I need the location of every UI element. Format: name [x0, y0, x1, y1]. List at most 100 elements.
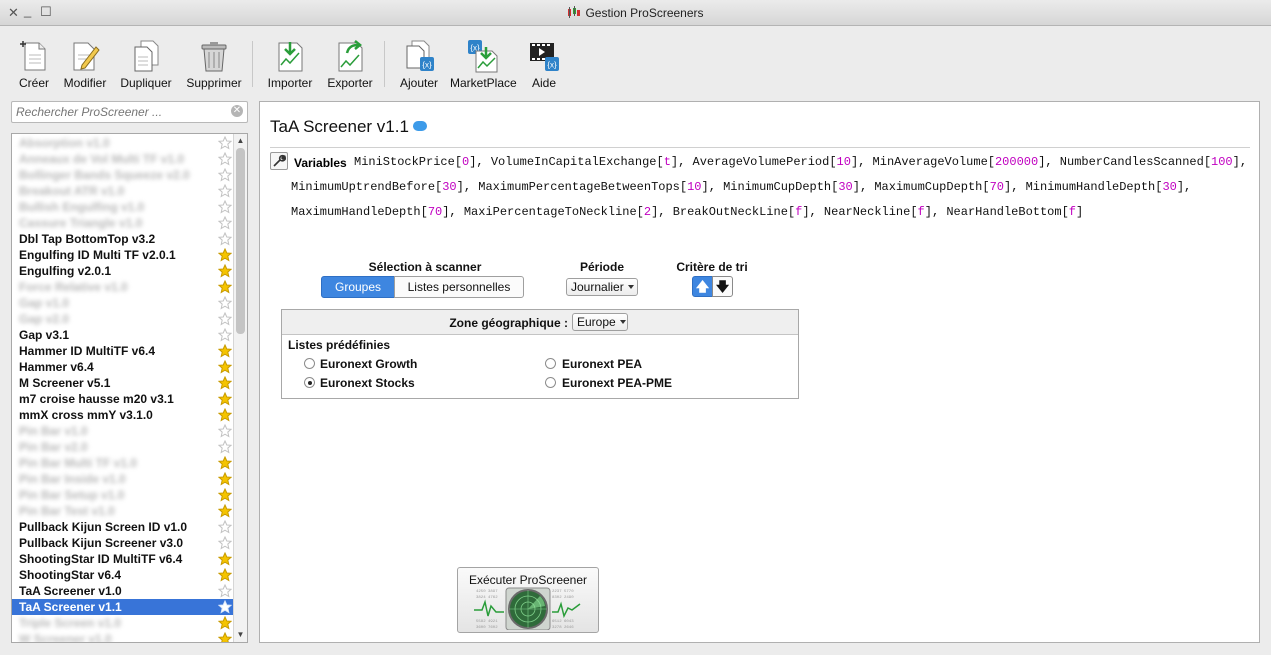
- star-outline-icon[interactable]: [218, 296, 232, 310]
- execute-proscreener-button[interactable]: Exécuter ProScreener 4250 3897 3824 4762 5…: [457, 567, 599, 633]
- screener-list-item[interactable]: Pin Bar v2.0: [12, 439, 234, 455]
- screener-list-item[interactable]: Cassure Triangle v1.0: [12, 215, 234, 231]
- star-filled-icon[interactable]: [218, 632, 232, 643]
- star-filled-icon[interactable]: [218, 504, 232, 518]
- scrollbar-thumb[interactable]: [236, 148, 245, 334]
- star-filled-icon[interactable]: [218, 568, 232, 582]
- variable-item[interactable]: NearHandleBottom[f]: [946, 205, 1083, 219]
- screener-list-item[interactable]: Pullback Kijun Screen ID v1.0: [12, 519, 234, 535]
- sort-descending-button[interactable]: 🡇: [712, 276, 733, 297]
- create-button[interactable]: Créer: [16, 39, 52, 90]
- variable-item[interactable]: MaximumPercentageBetweenTops[10],: [478, 180, 723, 194]
- screener-list-item[interactable]: Pin Bar Multi TF v1.0: [12, 455, 234, 471]
- screener-list-item[interactable]: Force Relative v1.0: [12, 279, 234, 295]
- star-outline-icon[interactable]: [218, 328, 232, 342]
- star-filled-icon[interactable]: [218, 264, 232, 278]
- variable-item[interactable]: MaximumHandleDepth[70],: [291, 205, 464, 219]
- star-filled-icon[interactable]: [218, 488, 232, 502]
- variable-item[interactable]: MinimumUptrendBefore[30],: [291, 180, 478, 194]
- star-filled-icon[interactable]: [218, 376, 232, 390]
- screener-list-item[interactable]: Pin Bar Test v1.0: [12, 503, 234, 519]
- clear-search-icon[interactable]: ✕: [231, 105, 243, 117]
- star-filled-icon[interactable]: [218, 472, 232, 486]
- star-outline-icon[interactable]: [218, 152, 232, 166]
- screener-list-item[interactable]: M Screener v5.1: [12, 375, 234, 391]
- screener-list-item[interactable]: Gap v3.1: [12, 327, 234, 343]
- star-filled-icon[interactable]: [218, 456, 232, 470]
- screener-list-item[interactable]: Pin Bar Inside v1.0: [12, 471, 234, 487]
- screener-list-item[interactable]: Gap v2.0: [12, 311, 234, 327]
- screener-list-item[interactable]: Pin Bar Setup v1.0: [12, 487, 234, 503]
- screener-list-item[interactable]: Hammer ID MultiTF v6.4: [12, 343, 234, 359]
- star-outline-icon[interactable]: [218, 136, 232, 150]
- screener-list-item[interactable]: Breakout ATR v1.0: [12, 183, 234, 199]
- delete-button[interactable]: Supprimer: [184, 39, 244, 90]
- import-button[interactable]: Importer: [265, 39, 315, 90]
- help-button[interactable]: {x} Aide: [526, 39, 562, 90]
- star-outline-icon[interactable]: [218, 184, 232, 198]
- star-filled-icon[interactable]: [218, 360, 232, 374]
- star-filled-icon[interactable]: [218, 392, 232, 406]
- marketplace-button[interactable]: {x} MarketPlace: [450, 39, 517, 90]
- radio-euronext-growth[interactable]: [304, 358, 315, 369]
- variable-item[interactable]: MaximumCupDepth[70],: [874, 180, 1025, 194]
- screener-list-item[interactable]: Gap v1.0: [12, 295, 234, 311]
- variable-item[interactable]: MinimumCupDepth[30],: [723, 180, 874, 194]
- variable-item[interactable]: NumberCandlesScanned[100],: [1060, 155, 1247, 169]
- star-filled-icon[interactable]: [218, 280, 232, 294]
- search-input[interactable]: [12, 102, 222, 122]
- screener-list-item[interactable]: Hammer v6.4: [12, 359, 234, 375]
- variable-item[interactable]: MaxiPercentageToNeckline[2],: [464, 205, 673, 219]
- scroll-up-arrow-icon[interactable]: ▲: [234, 135, 247, 147]
- export-button[interactable]: Exporter: [325, 39, 375, 90]
- variable-item[interactable]: VolumeInCapitalExchange[t],: [491, 155, 693, 169]
- variable-item[interactable]: AverageVolumePeriod[10],: [693, 155, 873, 169]
- sort-ascending-button[interactable]: 🡅: [692, 276, 713, 297]
- screener-list-item[interactable]: Absorption v1.0: [12, 135, 234, 151]
- star-filled-icon[interactable]: [218, 616, 232, 630]
- star-outline-icon[interactable]: [218, 232, 232, 246]
- screener-list-item[interactable]: Pullback Kijun Screener v3.0: [12, 535, 234, 551]
- variable-item[interactable]: MiniStockPrice[0],: [354, 155, 491, 169]
- screener-list-item[interactable]: Bullish Engulfing v1.0: [12, 199, 234, 215]
- screener-list-item[interactable]: Pin Bar v1.0: [12, 423, 234, 439]
- star-filled-icon[interactable]: [218, 408, 232, 422]
- screener-list-item[interactable]: ShootingStar v6.4: [12, 567, 234, 583]
- star-outline-icon[interactable]: [218, 168, 232, 182]
- variable-item[interactable]: BreakOutNeckLine[f],: [673, 205, 824, 219]
- screener-list-item[interactable]: Dbl Tap BottomTop v3.2: [12, 231, 234, 247]
- duplicate-button[interactable]: Dupliquer: [118, 39, 174, 90]
- star-outline-icon[interactable]: [218, 440, 232, 454]
- star-outline-icon[interactable]: [218, 600, 232, 614]
- screener-list-item[interactable]: Engulfing ID Multi TF v2.0.1: [12, 247, 234, 263]
- scroll-down-arrow-icon[interactable]: ▼: [234, 629, 247, 641]
- screener-list-item[interactable]: ShootingStar ID MultiTF v6.4: [12, 551, 234, 567]
- star-outline-icon[interactable]: [218, 584, 232, 598]
- screener-list-item[interactable]: TaA Screener v1.1: [12, 599, 234, 615]
- radio-euronext-pea[interactable]: [545, 358, 556, 369]
- variable-item[interactable]: NearNeckline[f],: [824, 205, 946, 219]
- screener-list-item[interactable]: Triple Screen v1.0: [12, 615, 234, 631]
- star-filled-icon[interactable]: [218, 552, 232, 566]
- variables-settings-button[interactable]: [270, 152, 288, 170]
- radio-euronext-pea-pme[interactable]: [545, 377, 556, 388]
- period-dropdown[interactable]: Journalier: [566, 278, 638, 296]
- screener-list-item[interactable]: W Screener v1.0: [12, 631, 234, 643]
- screener-list-item[interactable]: Bollinger Bands Squeeze v2.0: [12, 167, 234, 183]
- star-outline-icon[interactable]: [218, 520, 232, 534]
- edit-button[interactable]: Modifier: [60, 39, 110, 90]
- screener-list-item[interactable]: TaA Screener v1.0: [12, 583, 234, 599]
- star-outline-icon[interactable]: [218, 216, 232, 230]
- zone-dropdown[interactable]: Europe: [572, 313, 628, 331]
- screener-list-item[interactable]: mmX cross mmY v3.1.0: [12, 407, 234, 423]
- star-outline-icon[interactable]: [218, 312, 232, 326]
- star-outline-icon[interactable]: [218, 200, 232, 214]
- screener-list-item[interactable]: Anneaux de Vol Multi TF v1.0: [12, 151, 234, 167]
- screener-list-item[interactable]: Engulfing v2.0.1: [12, 263, 234, 279]
- variable-item[interactable]: MinimumHandleDepth[30],: [1026, 180, 1192, 194]
- star-filled-icon[interactable]: [218, 344, 232, 358]
- star-filled-icon[interactable]: [218, 248, 232, 262]
- radio-euronext-stocks[interactable]: [304, 377, 315, 388]
- add-button[interactable]: {x} Ajouter: [396, 39, 442, 90]
- star-outline-icon[interactable]: [218, 424, 232, 438]
